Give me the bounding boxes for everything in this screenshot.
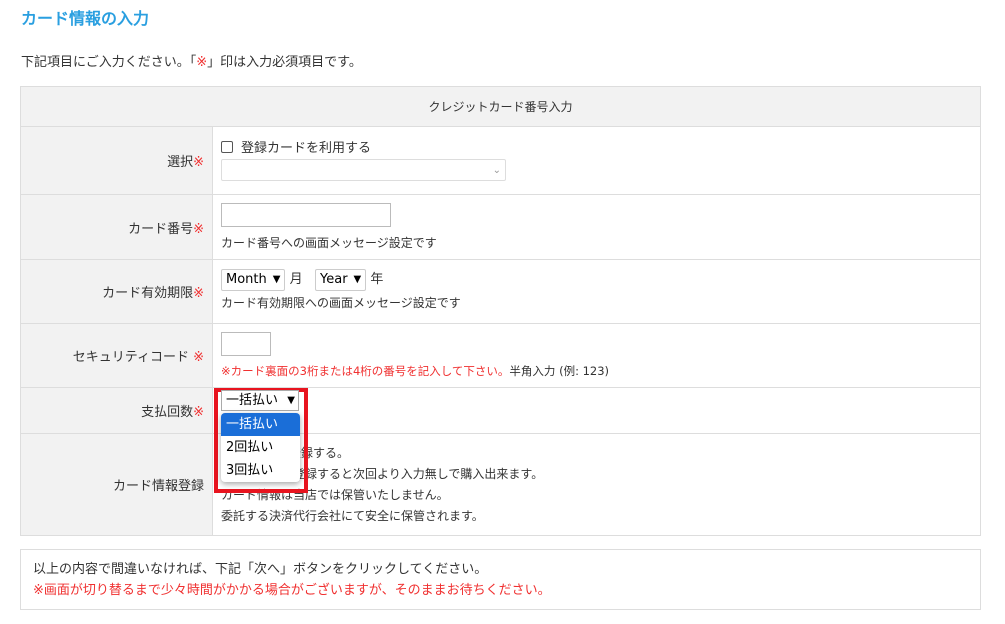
chevron-down-icon: ⌄	[492, 164, 501, 176]
select-label: 選択※	[20, 126, 213, 195]
chevron-down-icon: ▼	[353, 274, 362, 285]
security-hint: 半角入力 (例: 123)	[509, 364, 610, 378]
intro-post: 」印は入力必須項目です。	[207, 55, 362, 70]
card-form-table: クレジットカード番号入力 選択※ 登録カードを利用する ⌄ カード番号※ カード…	[20, 86, 981, 536]
payment-count-options: 一括払い 2回払い 3回払い	[221, 413, 300, 482]
payment-count-select[interactable]: 一括払い ▼	[221, 390, 299, 411]
use-saved-card-checkbox[interactable]	[221, 141, 233, 153]
expiry-month-select[interactable]: Month ▼	[221, 268, 286, 291]
security-warning: ※カード裏面の3桁または4桁の番号を記入して下さい。	[221, 364, 510, 378]
page-title: カード情報の入力	[21, 9, 150, 28]
register-line: カード情報を登録すると次回より入力無しで購入出来ます。	[221, 467, 544, 481]
intro-pre: 下記項目にご入力ください。「	[21, 55, 197, 70]
year-unit: 年	[370, 272, 384, 287]
note-line-2: ※画面が切り替るまで少々時間がかかる場合がございますが、そのままお待ちください。	[33, 583, 551, 598]
security-code-label: セキュリティコード ※	[20, 323, 213, 388]
required-mark: ※	[196, 55, 208, 70]
use-saved-card-label: 登録カードを利用する	[241, 141, 372, 156]
confirmation-note: 以上の内容で間違いなければ、下記「次へ」ボタンをクリックしてください。 ※画面が…	[20, 549, 981, 610]
register-line: 委託する決済代行会社にて安全に保管されます。	[221, 509, 484, 523]
payment-count-label: 支払回数※	[20, 387, 213, 434]
expiry-year-select[interactable]: Year ▼	[315, 268, 367, 291]
intro-text: 下記項目にご入力ください。「※」印は入力必須項目です。	[21, 51, 362, 70]
card-number-input[interactable]	[221, 203, 391, 227]
expiry-label: カード有効期限※	[20, 259, 213, 324]
card-number-label: カード番号※	[20, 194, 213, 260]
register-line: カード情報は当店では保管いたしません。	[221, 488, 449, 502]
table-header: クレジットカード番号入力	[20, 86, 981, 127]
chevron-down-icon: ▼	[287, 395, 295, 406]
option-3-installments[interactable]: 3回払い	[221, 459, 300, 482]
chevron-down-icon: ▼	[272, 274, 281, 285]
expiry-message: カード有効期限への画面メッセージ設定です	[221, 295, 461, 310]
register-card-label: カード情報登録	[20, 433, 213, 536]
option-2-installments[interactable]: 2回払い	[221, 436, 300, 459]
note-line-1: 以上の内容で間違いなければ、下記「次へ」ボタンをクリックしてください。	[33, 562, 488, 577]
security-code-input[interactable]	[221, 332, 271, 356]
option-lump-sum[interactable]: 一括払い	[221, 413, 300, 436]
month-unit: 月	[289, 272, 303, 287]
saved-card-select[interactable]: ⌄	[221, 159, 506, 181]
card-number-message: カード番号への画面メッセージ設定です	[221, 236, 437, 250]
